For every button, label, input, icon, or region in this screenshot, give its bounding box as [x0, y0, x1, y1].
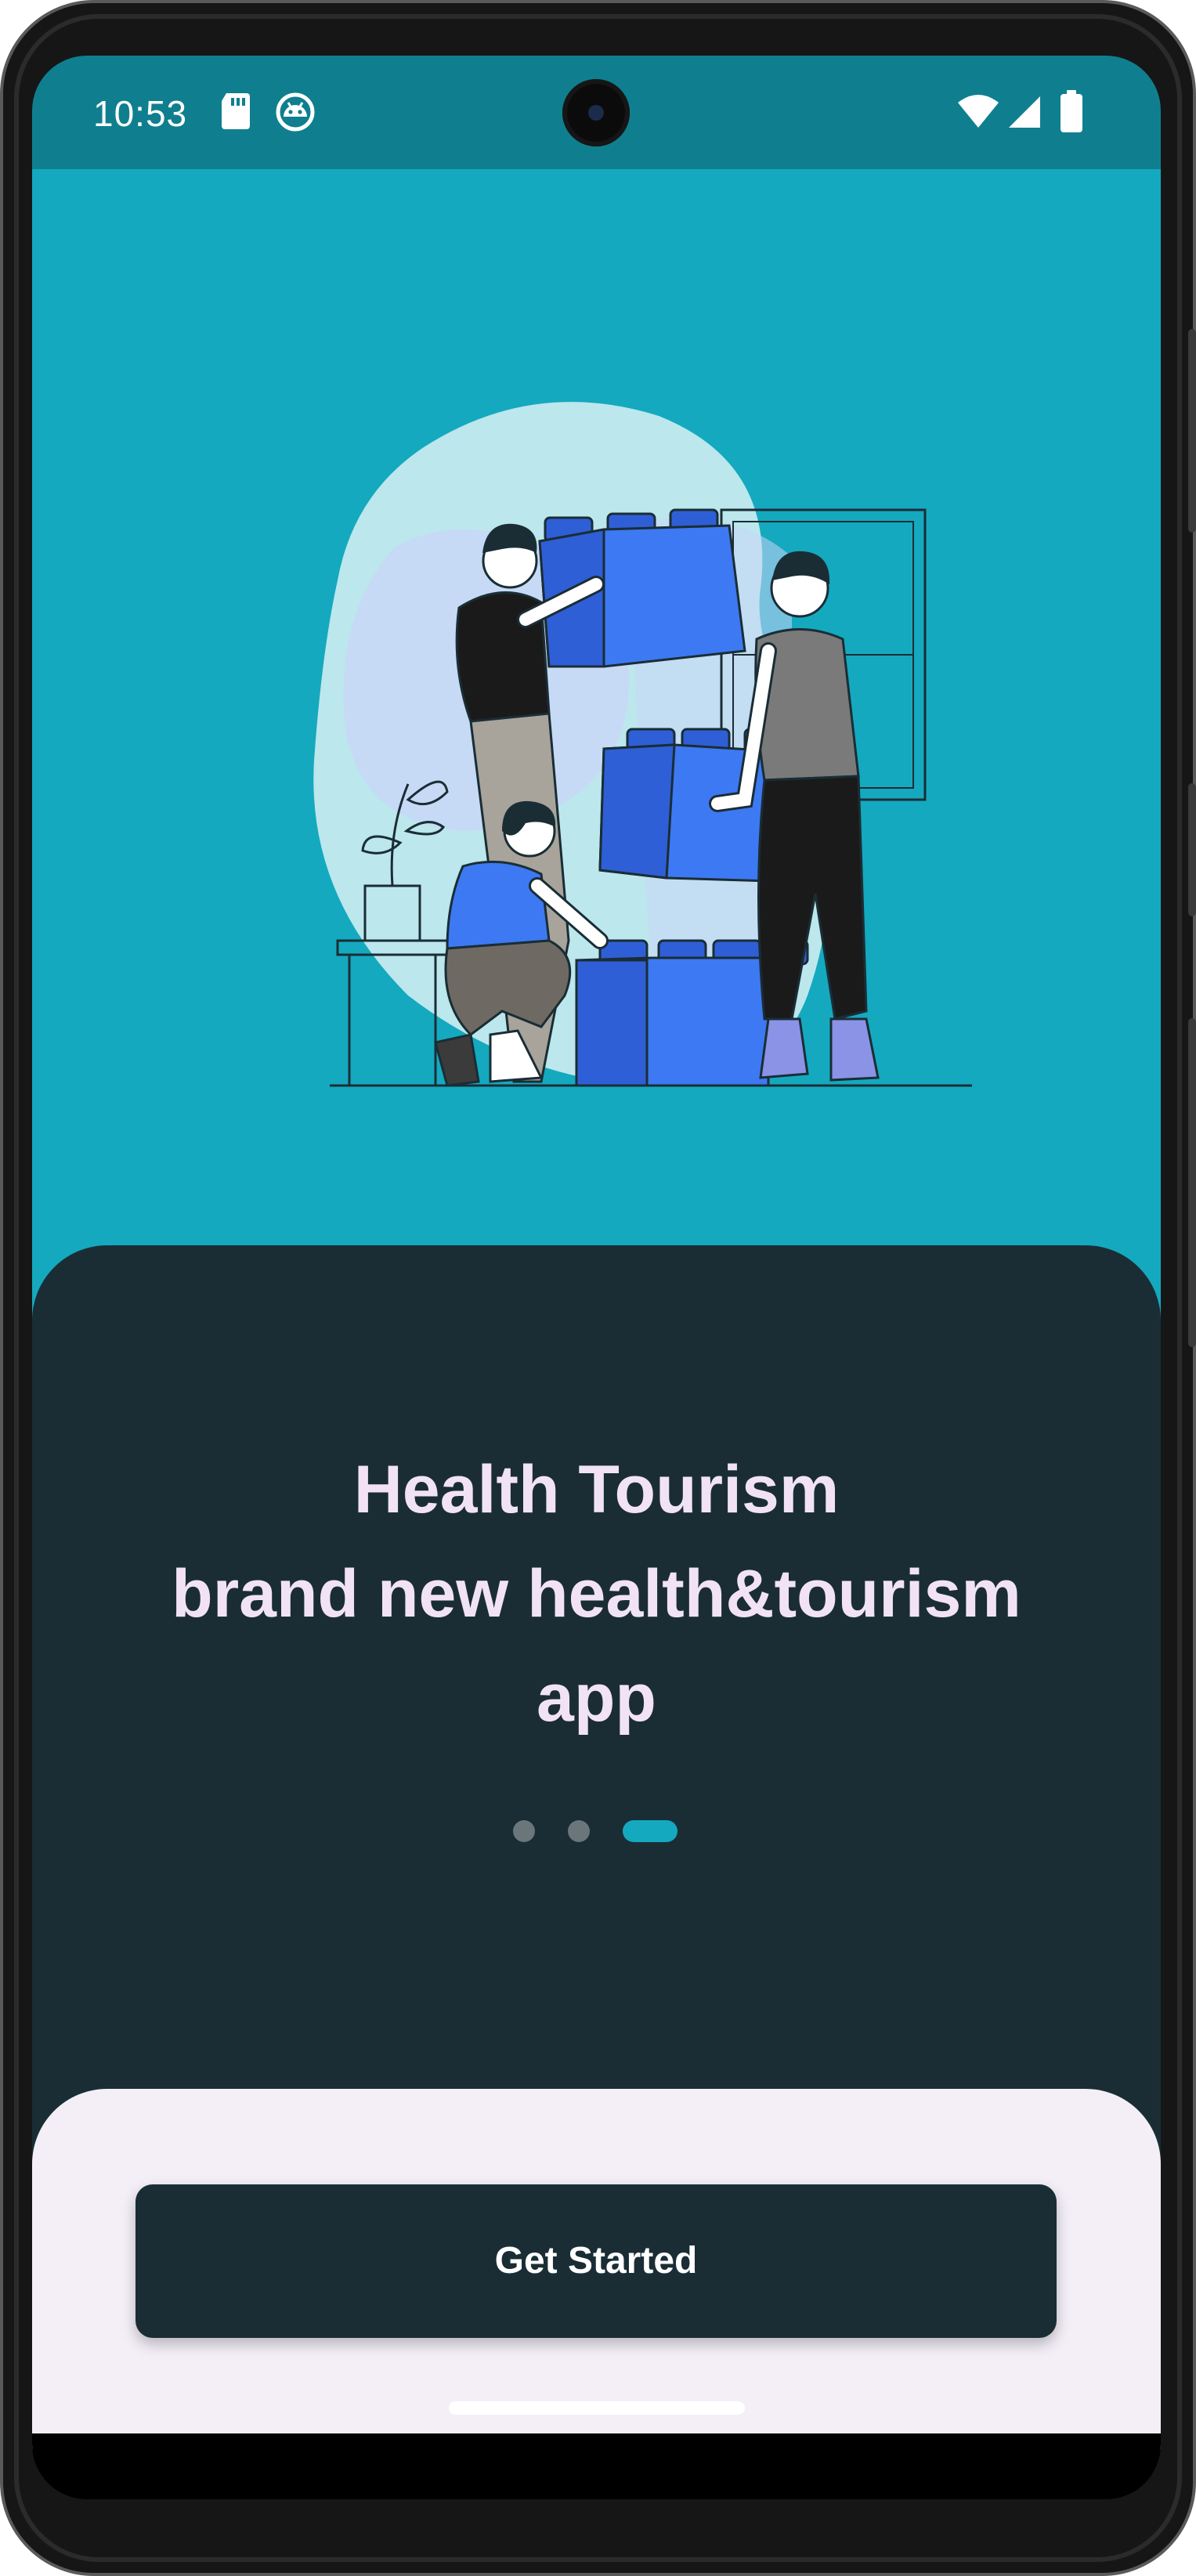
sd-card-icon	[220, 92, 251, 135]
onboarding-headline: Health Tourism brand new health&tourism …	[79, 1438, 1114, 1750]
power-button	[1188, 329, 1196, 533]
cell-signal-icon	[1007, 95, 1042, 133]
volume-button	[1188, 1018, 1196, 1347]
page-dot-2[interactable]	[568, 1820, 590, 1842]
status-bar: 10:53	[32, 56, 1161, 169]
android-debug-icon	[275, 92, 316, 136]
front-camera	[562, 79, 630, 146]
status-time: 10:53	[93, 93, 188, 134]
get-started-button[interactable]: Get Started	[135, 2184, 1057, 2338]
page-indicator	[32, 1819, 1161, 1843]
battery-icon	[1061, 90, 1082, 136]
headline-line-3: app	[537, 1660, 656, 1736]
volume-button	[1188, 783, 1196, 916]
wifi-icon	[957, 95, 999, 133]
page-dot-1[interactable]	[513, 1820, 535, 1842]
headline-line-1: Health Tourism	[353, 1452, 840, 1527]
headline-line-2: brand new health&tourism	[172, 1556, 1021, 1631]
page-dot-3-active[interactable]	[623, 1820, 677, 1842]
home-gesture-handle[interactable]	[449, 2401, 745, 2415]
screen: 10:53 Health Tourism brand new health&to…	[32, 56, 1161, 2499]
people-stacking-blocks-illustration	[313, 402, 972, 1087]
navigation-bar	[32, 2433, 1161, 2499]
